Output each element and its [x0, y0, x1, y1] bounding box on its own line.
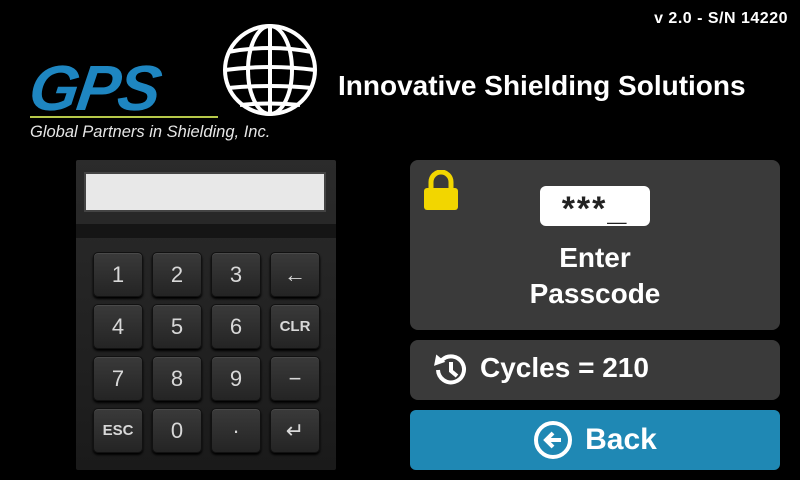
key-5[interactable]: 5 — [152, 304, 202, 349]
key-4[interactable]: 4 — [93, 304, 143, 349]
key-2[interactable]: 2 — [152, 252, 202, 297]
back-button[interactable]: Back — [410, 410, 780, 470]
keypad-divider — [76, 224, 336, 238]
passcode-label-line1: Enter — [559, 242, 631, 273]
company-logo: GPS Global Partners in Shielding, Inc. — [22, 20, 332, 145]
clear-key[interactable]: CLR — [270, 304, 320, 349]
arrow-left-circle-icon — [534, 421, 573, 459]
cycles-count: Cycles = 210 — [480, 352, 649, 383]
key-6[interactable]: 6 — [211, 304, 261, 349]
minus-key[interactable]: − — [270, 356, 320, 401]
tagline: Innovative Shielding Solutions — [338, 70, 746, 101]
enter-key[interactable]: ↵ — [270, 408, 320, 453]
passcode-label-line2: Passcode — [529, 278, 661, 309]
cycles-panel: Cycles = 210 — [410, 340, 780, 400]
key-8[interactable]: 8 — [152, 356, 202, 401]
keypad-display — [84, 172, 326, 212]
key-7[interactable]: 7 — [93, 356, 143, 401]
key-3[interactable]: 3 — [211, 252, 261, 297]
passcode-label: Enter Passcode — [410, 240, 780, 312]
keypad-keys: 1 2 3 ← 4 5 6 CLR 7 8 9 − ESC 0 · ↵ — [93, 252, 320, 453]
globe-icon — [223, 24, 317, 116]
history-icon — [434, 354, 466, 385]
key-9[interactable]: 9 — [211, 356, 261, 401]
logo-text: GPS — [24, 52, 165, 124]
passcode-field[interactable]: ***_ — [540, 186, 650, 228]
keypad: 1 2 3 ← 4 5 6 CLR 7 8 9 − ESC 0 · ↵ — [76, 160, 336, 470]
logo-divider — [30, 116, 218, 118]
back-button-label: Back — [585, 423, 657, 456]
escape-key[interactable]: ESC — [93, 408, 143, 453]
key-1[interactable]: 1 — [93, 252, 143, 297]
version-serial: v 2.0 - S/N 14220 — [654, 10, 788, 27]
key-0[interactable]: 0 — [152, 408, 202, 453]
backspace-key[interactable]: ← — [270, 252, 320, 297]
logo-subtitle: Global Partners in Shielding, Inc. — [30, 123, 271, 141]
passcode-panel: ***_ Enter Passcode — [410, 160, 780, 330]
dot-key[interactable]: · — [211, 408, 261, 453]
lock-icon — [424, 170, 458, 210]
